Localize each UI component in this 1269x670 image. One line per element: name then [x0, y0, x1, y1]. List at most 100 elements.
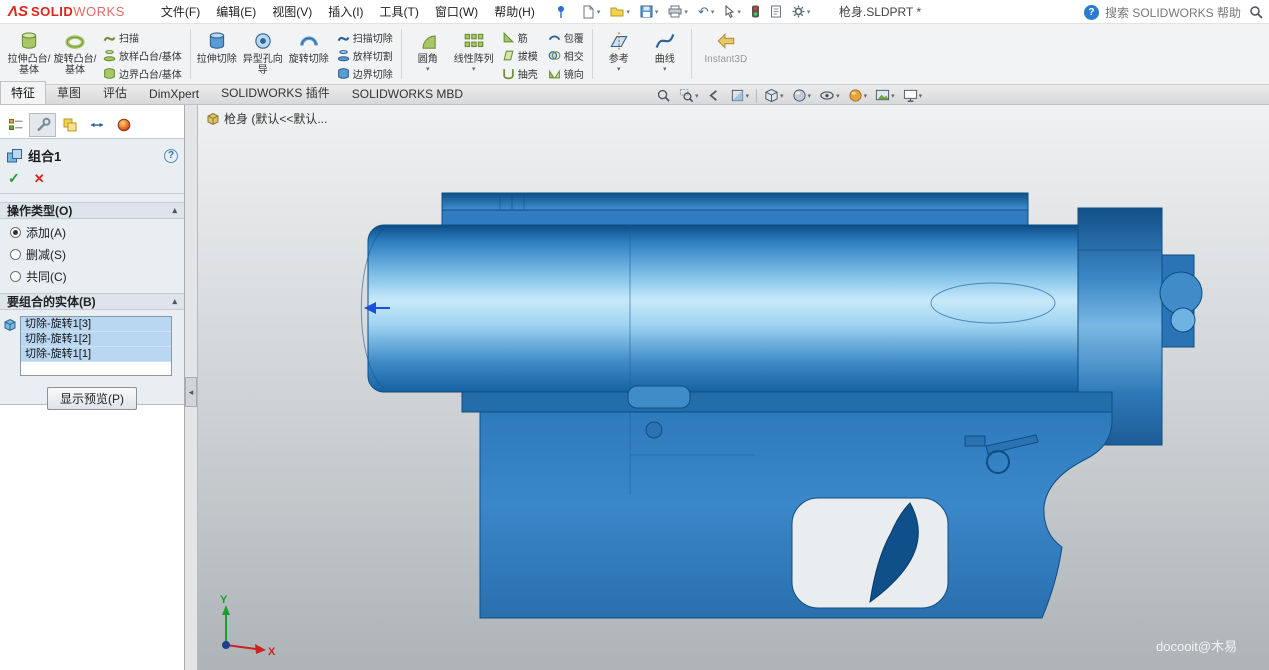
menu-tools[interactable]: 工具(T) — [372, 0, 427, 23]
print-button[interactable]: ▾ — [664, 2, 692, 21]
tab-sketch[interactable]: 草图 — [46, 81, 92, 104]
dimxpert-manager-tab[interactable] — [83, 113, 110, 137]
intersect-button[interactable]: 相交 — [543, 47, 589, 65]
panel-splitter[interactable]: ◂ — [185, 105, 198, 670]
mirror-button[interactable]: 镜向 — [543, 64, 589, 82]
help-zone: ? 搜索 SOLIDWORKS 帮助 — [1084, 0, 1263, 24]
curves-button[interactable]: 曲线 ▾ — [642, 26, 688, 82]
revolved-cut-button[interactable]: 旋转切除 — [286, 26, 332, 82]
linear-pattern-button[interactable]: 线性阵列 ▾ — [451, 26, 497, 82]
open-document-button[interactable]: ▾ — [606, 2, 634, 21]
swept-cut-icon — [337, 31, 350, 44]
hole-wizard-button[interactable]: 异型孔向导 — [240, 26, 286, 82]
bodies-to-combine-section-header[interactable]: 要组合的实体(B) ▴ — [0, 293, 184, 310]
lofted-boss-button[interactable]: 放样凸台/基体 — [98, 47, 187, 65]
tab-solidworks-mbd[interactable]: SOLIDWORKS MBD — [341, 84, 474, 104]
pin-menu-icon[interactable] — [551, 2, 571, 22]
viewport-breadcrumb[interactable]: 枪身 (默认<<默认... — [206, 110, 327, 127]
menu-insert[interactable]: 插入(I) — [320, 0, 371, 23]
previous-view-icon — [707, 88, 722, 103]
configuration-manager-tab[interactable] — [56, 113, 83, 137]
ok-button[interactable]: ✓ — [8, 170, 20, 187]
reference-geometry-button[interactable]: 参考 ▾ — [596, 26, 642, 82]
save-button[interactable]: ▾ — [636, 2, 663, 21]
list-item[interactable]: 切除-旋转1[3] — [21, 317, 171, 332]
operation-type-section-header[interactable]: 操作类型(O) ▴ — [0, 202, 184, 219]
zoom-to-fit-icon — [656, 88, 671, 103]
list-item[interactable]: 切除-旋转1[1] — [21, 347, 171, 362]
search-icon[interactable] — [1249, 5, 1263, 19]
boundary-cut-button[interactable]: 边界切除 — [332, 64, 398, 82]
extruded-cut-button[interactable]: 拉伸切除 — [194, 26, 240, 82]
menu-window[interactable]: 窗口(W) — [427, 0, 486, 23]
display-manager-tab[interactable] — [110, 113, 137, 137]
menu-file[interactable]: 文件(F) — [153, 0, 208, 23]
undo-button[interactable]: ↶ ▾ — [694, 2, 718, 21]
new-document-button[interactable]: ▾ — [578, 2, 605, 22]
radio-common[interactable]: 共同(C) — [10, 268, 184, 285]
wrap-button[interactable]: 包覆 — [543, 29, 589, 47]
shell-button[interactable]: 抽壳 — [497, 64, 543, 82]
swept-boss-button[interactable]: 扫描 — [98, 29, 187, 47]
boundary-boss-button[interactable]: 边界凸台/基体 — [98, 64, 187, 82]
property-manager-tab[interactable] — [29, 113, 56, 137]
configurations-icon — [62, 117, 78, 133]
lofted-cut-button[interactable]: 放样切割 — [332, 47, 398, 65]
undo-icon: ↶ — [698, 5, 709, 18]
radio-add-control[interactable] — [10, 227, 21, 238]
curves-icon — [654, 30, 676, 52]
menu-edit[interactable]: 编辑(E) — [208, 0, 264, 23]
rib-icon — [502, 31, 515, 44]
extruded-boss-button[interactable]: 拉伸凸台/基体 — [6, 26, 52, 82]
fillet-icon — [417, 30, 439, 52]
panel-collapse-handle[interactable]: ◂ — [185, 377, 197, 407]
zoom-to-fit-button[interactable] — [653, 86, 674, 105]
draft-button[interactable]: 拔模 — [497, 47, 543, 65]
feature-manager-tab[interactable] — [2, 113, 29, 137]
help-search-label[interactable]: 搜索 SOLIDWORKS 帮助 — [1105, 4, 1241, 21]
help-icon[interactable]: ? — [1084, 5, 1099, 20]
apply-scene-button[interactable]: ▾ — [872, 86, 898, 105]
cancel-button[interactable]: ✕ — [34, 171, 45, 187]
radio-common-control[interactable] — [10, 271, 21, 282]
tab-features[interactable]: 特征 — [0, 81, 46, 104]
list-item[interactable]: 切除-旋转1[2] — [21, 332, 171, 347]
tab-dimxpert[interactable]: DimXpert — [138, 84, 210, 104]
collapse-chevron-icon: ▴ — [172, 205, 177, 216]
ok-cancel-row: ✓ ✕ — [0, 170, 184, 194]
graphics-viewport[interactable]: 枪身 (默认<<默认... — [198, 105, 1269, 670]
boundary-cut-icon — [337, 67, 350, 80]
pattern-small-stack-a: 筋 拔模 抽壳 — [497, 26, 543, 82]
view-orientation-button[interactable]: ▾ — [761, 86, 787, 105]
scene-svg: Y X docooit@木易 — [198, 105, 1269, 670]
menu-view[interactable]: 视图(V) — [264, 0, 320, 23]
tab-solidworks-addins[interactable]: SOLIDWORKS 插件 — [210, 81, 341, 104]
section-view-button[interactable]: ▾ — [727, 86, 753, 105]
edit-appearance-button[interactable]: ▾ — [845, 86, 871, 105]
instant3d-button[interactable]: Instant3D — [695, 26, 757, 82]
property-manager-help-icon[interactable]: ? — [164, 149, 178, 163]
ribbon-group-boss: 拉伸凸台/基体 旋转凸台/基体 扫描 放样凸台/基体 — [6, 26, 187, 82]
show-preview-button[interactable]: 显示预览(P) — [47, 387, 137, 410]
display-style-button[interactable]: ▾ — [789, 86, 815, 105]
new-document-icon — [582, 5, 595, 19]
radio-subtract[interactable]: 删减(S) — [10, 246, 184, 263]
tab-evaluate[interactable]: 评估 — [92, 81, 138, 104]
view-settings-button[interactable]: ▾ — [900, 86, 926, 105]
zoom-to-area-button[interactable]: ▾ — [676, 86, 702, 105]
select-button[interactable]: ▾ — [720, 2, 745, 21]
bodies-listbox[interactable]: 切除-旋转1[3] 切除-旋转1[2] 切除-旋转1[1] — [20, 316, 172, 376]
hide-show-items-button[interactable]: ▾ — [816, 86, 843, 105]
hud-separator — [756, 89, 757, 103]
zoom-to-area-icon — [679, 88, 694, 103]
fillet-button[interactable]: 圆角 ▾ — [405, 26, 451, 82]
menu-help[interactable]: 帮助(H) — [486, 0, 543, 23]
rib-button[interactable]: 筋 — [497, 29, 543, 47]
revolved-cut-icon — [298, 30, 320, 52]
previous-view-button[interactable] — [704, 86, 725, 105]
radio-subtract-control[interactable] — [10, 249, 21, 260]
rebuild-button[interactable] — [747, 2, 764, 21]
radio-add[interactable]: 添加(A) — [10, 224, 184, 241]
revolved-boss-button[interactable]: 旋转凸台/基体 — [52, 26, 98, 82]
swept-cut-button[interactable]: 扫描切除 — [332, 29, 398, 47]
